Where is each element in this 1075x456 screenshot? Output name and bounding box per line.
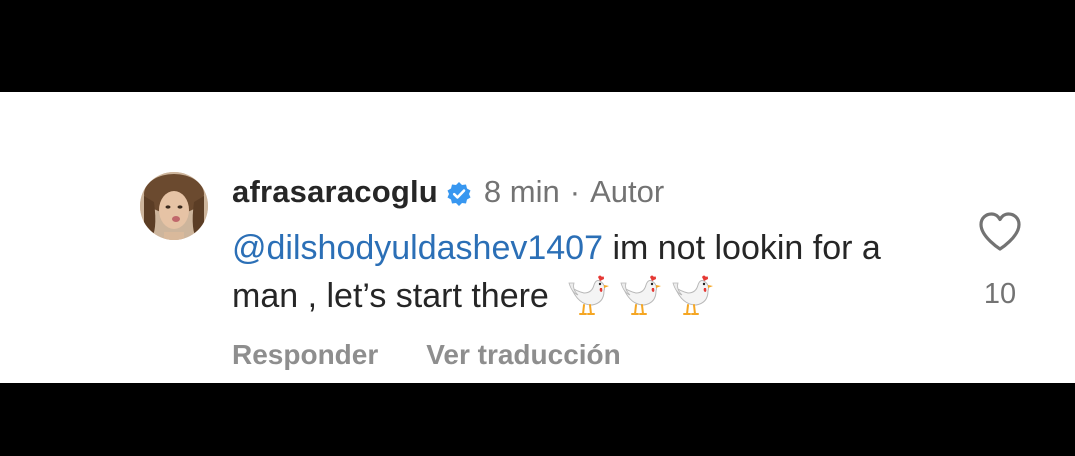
- comment-header: afrasaracoglu 8 min · Autor: [232, 172, 664, 212]
- avatar-photo: [140, 172, 208, 240]
- user-avatar[interactable]: [140, 172, 208, 240]
- bottom-letterbox-bar: [0, 383, 1075, 456]
- verified-badge-icon: [446, 179, 472, 206]
- username-link[interactable]: afrasaracoglu: [232, 174, 438, 210]
- heart-outline-icon: [976, 212, 1024, 260]
- chicken-icon: [618, 273, 662, 317]
- reply-button[interactable]: Responder: [232, 339, 378, 371]
- comment-panel: afrasaracoglu 8 min · Autor @dilshodyuld…: [0, 92, 1075, 383]
- chicken-icon: [670, 273, 714, 317]
- comment-actions: Responder Ver traducción: [232, 336, 621, 374]
- comment-body: @dilshodyuldashev1407 im not lookin for …: [232, 224, 952, 320]
- like-button[interactable]: [976, 208, 1024, 256]
- comment-timestamp: 8 min: [483, 174, 560, 209]
- mention-link[interactable]: @dilshodyuldashev1407: [232, 229, 603, 267]
- like-count: 10: [983, 278, 1017, 310]
- translate-button[interactable]: Ver traducción: [426, 339, 621, 371]
- top-letterbox-bar: [0, 0, 1075, 92]
- separator-dot: ·: [569, 174, 581, 209]
- author-label: Autor: [590, 174, 665, 209]
- chicken-icon: [566, 273, 610, 317]
